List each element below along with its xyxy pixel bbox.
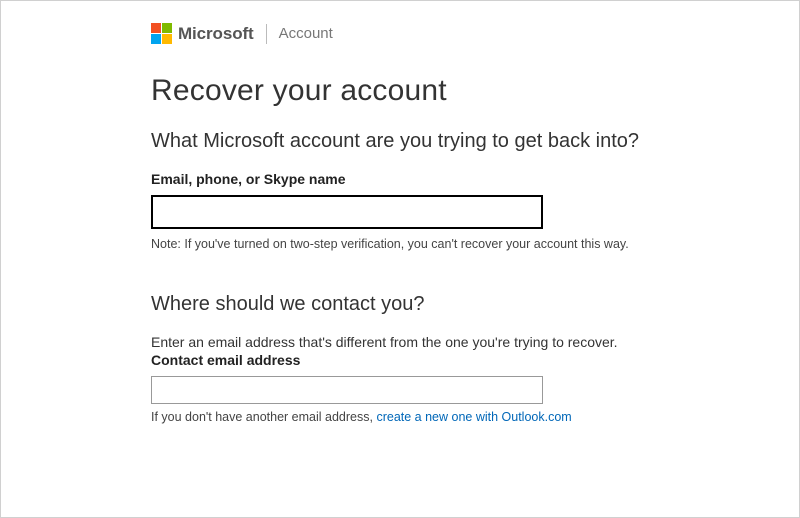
subheading-contact-you: Where should we contact you?: [151, 293, 739, 316]
microsoft-logo: Microsoft: [151, 23, 254, 44]
header: Microsoft Account: [151, 23, 739, 44]
account-input[interactable]: [151, 195, 543, 229]
microsoft-logo-icon: [151, 23, 172, 44]
header-divider: [266, 24, 267, 44]
create-outlook-link[interactable]: create a new one with Outlook.com: [376, 410, 571, 424]
account-field-label: Email, phone, or Skype name: [151, 171, 739, 187]
contact-email-input[interactable]: [151, 376, 543, 404]
brand-name: Microsoft: [178, 24, 254, 44]
footnote: If you don't have another email address,…: [151, 410, 739, 424]
two-step-note: Note: If you've turned on two-step verif…: [151, 237, 739, 251]
contact-email-label: Contact email address: [151, 352, 739, 368]
footnote-prefix: If you don't have another email address,: [151, 410, 376, 424]
contact-helper-text: Enter an email address that's different …: [151, 334, 739, 350]
page-title: Recover your account: [151, 74, 739, 108]
header-section: Account: [279, 25, 333, 42]
subheading-which-account: What Microsoft account are you trying to…: [151, 130, 739, 153]
